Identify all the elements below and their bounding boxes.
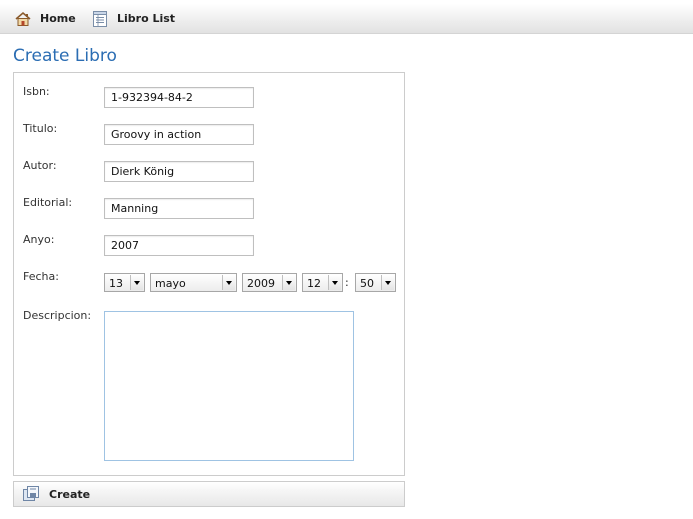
fecha-day-value: 13 bbox=[109, 277, 123, 290]
isbn-field[interactable] bbox=[104, 87, 254, 108]
libro-list-link[interactable]: Libro List bbox=[91, 4, 175, 33]
fecha-minute-select[interactable]: 50 bbox=[355, 273, 396, 292]
editorial-label: Editorial: bbox=[23, 196, 73, 209]
fecha-minute-value: 50 bbox=[360, 277, 374, 290]
isbn-label: Isbn: bbox=[23, 85, 50, 98]
fecha-month-select[interactable]: mayo bbox=[150, 273, 237, 292]
home-label: Home bbox=[40, 12, 76, 25]
titulo-label: Titulo: bbox=[23, 122, 58, 135]
fecha-hour-select[interactable]: 12 bbox=[302, 273, 343, 292]
fecha-hour-value: 12 bbox=[307, 277, 321, 290]
chevron-down-icon bbox=[328, 275, 341, 290]
create-form: Isbn: Titulo: Autor: Editorial: Anyo: Fe… bbox=[13, 72, 405, 476]
home-icon bbox=[14, 10, 32, 28]
page-title: Create Libro bbox=[13, 46, 117, 66]
anyo-field[interactable] bbox=[104, 235, 254, 256]
libro-list-label: Libro List bbox=[117, 12, 176, 25]
create-button[interactable]: Create bbox=[22, 485, 90, 503]
editorial-field[interactable] bbox=[104, 198, 254, 219]
chevron-down-icon bbox=[130, 275, 143, 290]
top-nav: Home Libro List bbox=[0, 4, 693, 34]
chevron-down-icon bbox=[282, 275, 295, 290]
fecha-label: Fecha: bbox=[23, 270, 59, 283]
descripcion-label: Descripcion: bbox=[23, 309, 92, 322]
chevron-down-icon bbox=[381, 275, 394, 290]
autor-field[interactable] bbox=[104, 161, 254, 182]
autor-label: Autor: bbox=[23, 159, 57, 172]
fecha-year-value: 2009 bbox=[247, 277, 275, 290]
create-label: Create bbox=[49, 487, 91, 501]
button-bar: Create bbox=[13, 481, 405, 507]
anyo-label: Anyo: bbox=[23, 233, 55, 246]
titulo-field[interactable] bbox=[104, 124, 254, 145]
fecha-month-value: mayo bbox=[155, 277, 186, 290]
time-separator: : bbox=[345, 276, 349, 289]
descripcion-field[interactable] bbox=[104, 311, 354, 461]
chevron-down-icon bbox=[222, 275, 235, 290]
fecha-year-select[interactable]: 2009 bbox=[242, 273, 297, 292]
home-link[interactable]: Home bbox=[14, 4, 76, 33]
save-icon bbox=[22, 485, 40, 503]
fecha-day-select[interactable]: 13 bbox=[104, 273, 145, 292]
table-list-icon bbox=[91, 10, 109, 28]
